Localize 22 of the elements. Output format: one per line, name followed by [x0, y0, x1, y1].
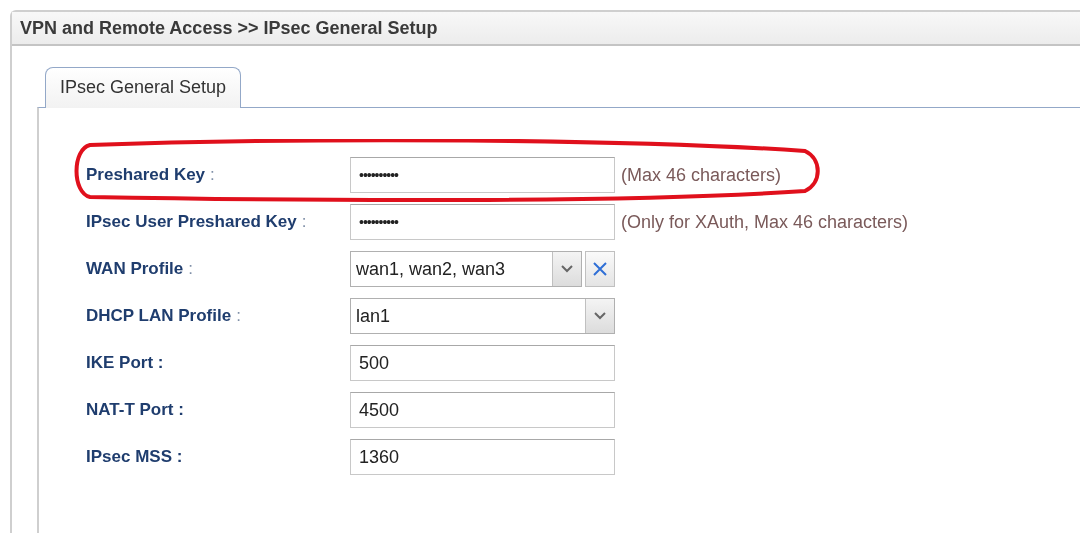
tab[interactable]: IPsec General Setup — [45, 67, 242, 108]
chevron-down-icon — [561, 265, 573, 273]
field-label: IKE Port : — [86, 353, 165, 373]
field-label: IPsec MSS : — [86, 447, 184, 467]
window-title: VPN and Remote Access >> IPsec General Setup — [20, 17, 438, 39]
hint-text: (Max 46 characters) — [621, 164, 782, 186]
field-label: IPsec User Preshared Key : — [86, 212, 308, 232]
input-field[interactable]: •••••••••• — [350, 157, 615, 193]
field-label: Preshared Key : — [86, 165, 216, 185]
input-field[interactable]: 4500 — [350, 392, 615, 428]
clear-button[interactable] — [585, 251, 615, 287]
input-field[interactable]: •••••••••• — [350, 204, 615, 240]
field-label: NAT-T Port : — [86, 400, 185, 420]
input-field[interactable]: 500 — [350, 345, 615, 381]
input-field[interactable]: 1360 — [350, 439, 615, 475]
field-label: DHCP LAN Profile : — [86, 306, 242, 326]
field-label: WAN Profile : — [86, 259, 195, 279]
hint-text: (Only for XAuth, Max 46 characters) — [621, 211, 909, 233]
dropdown[interactable]: wan1, wan2, wan3 — [350, 251, 582, 287]
dropdown[interactable]: lan1 — [350, 298, 615, 334]
close-icon — [593, 262, 607, 276]
chevron-down-icon — [594, 312, 606, 320]
